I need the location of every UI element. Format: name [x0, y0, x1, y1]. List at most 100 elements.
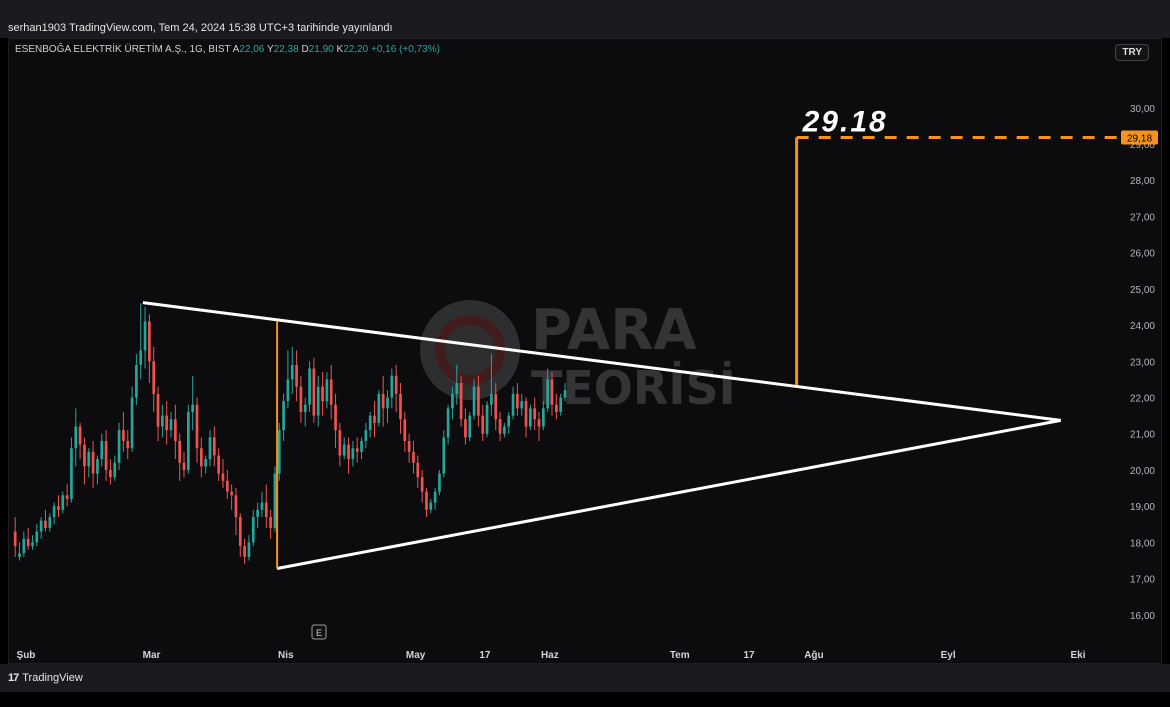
candle [386, 390, 389, 423]
candle [234, 488, 238, 536]
high-value: 22,38 [273, 44, 299, 55]
candle [52, 502, 56, 525]
candle [199, 437, 203, 478]
candle [520, 393, 524, 416]
candle-body [542, 408, 545, 427]
y-tick-label: 23,00 [1130, 357, 1155, 368]
x-tick-label: 17 [743, 650, 755, 661]
candle [18, 542, 21, 561]
candle-body [96, 459, 99, 474]
candle-body [381, 393, 385, 409]
candle-body [65, 495, 69, 499]
candle-body [191, 404, 195, 413]
candle [394, 364, 398, 413]
y-tick-label: 25,00 [1130, 285, 1155, 296]
candle-body [212, 437, 216, 456]
candle [135, 354, 138, 405]
candle-body [74, 426, 78, 449]
candle-body [139, 350, 143, 365]
candle [446, 404, 450, 445]
candle-body [455, 383, 459, 394]
candle-body [507, 415, 511, 427]
candle-body [148, 321, 151, 362]
candle [208, 430, 212, 467]
low-label: D [301, 44, 309, 55]
candle-body [18, 553, 21, 557]
candle [360, 437, 363, 460]
target-price-label: 29,18 [1127, 133, 1152, 144]
price-chart[interactable]: PARATEORİSİ 16,00 17,00 18,00 19,00 20,00 21,0… [9, 39, 1162, 664]
y-tick-label: 19,00 [1130, 502, 1155, 513]
candle-body [477, 386, 480, 416]
candle-body [399, 393, 402, 420]
candle-body [407, 440, 411, 452]
candle [416, 455, 420, 489]
candle-body [225, 480, 229, 492]
candle [303, 397, 307, 427]
triangle-lower-line [276, 418, 1061, 570]
y-tick-label: 24,00 [1130, 321, 1155, 332]
candle [308, 361, 311, 413]
candle-body [100, 440, 104, 460]
candle-body [386, 397, 389, 409]
candle [186, 404, 190, 474]
candle [329, 364, 333, 420]
candle-body [329, 379, 333, 405]
candle-body [31, 542, 34, 547]
candle [35, 524, 39, 547]
candle [65, 484, 69, 507]
candle-body [161, 415, 164, 427]
candle-body [563, 390, 567, 398]
candle-body [468, 415, 472, 438]
candle [148, 314, 151, 384]
candle [156, 386, 160, 441]
target-text: 29.18 [802, 105, 888, 138]
candle-body [308, 368, 311, 405]
watermark-line1: PARA [531, 298, 697, 363]
candle-body [425, 491, 428, 510]
candle [61, 491, 65, 514]
candle-body [22, 538, 26, 554]
candle-body [35, 531, 39, 543]
candle-body [13, 531, 17, 547]
candle-body [143, 321, 147, 351]
tradingview-logo[interactable]: 17 TradingView [8, 672, 83, 684]
candle [161, 404, 164, 438]
candle-body [299, 386, 303, 413]
candle-body [126, 440, 130, 449]
candle [260, 491, 264, 518]
candle-body [546, 379, 550, 409]
candle [312, 357, 316, 423]
candle [74, 408, 78, 467]
candle [195, 397, 199, 463]
chart-frame[interactable]: PARA TEORİSİ 16,00 17,00 18,00 19,00 20,00 21,0… [8, 38, 1162, 664]
candle-body [256, 509, 259, 518]
x-tick-label: 17 [479, 650, 491, 661]
candle [524, 397, 528, 438]
candle-body [290, 364, 294, 380]
candle-body [559, 397, 563, 413]
candle-body [446, 408, 450, 438]
candle-body [451, 393, 454, 409]
candle-body [199, 448, 203, 467]
candle-body [394, 375, 398, 394]
y-tick-label: 22,00 [1130, 394, 1155, 405]
candle [407, 433, 411, 463]
candle-body [48, 517, 52, 528]
candle-body [264, 502, 268, 518]
y-tick-label: 16,00 [1130, 611, 1155, 622]
y-tick-label: 18,00 [1130, 538, 1155, 549]
candle-body [208, 437, 212, 460]
candle [44, 509, 47, 532]
candle-body [464, 419, 467, 438]
x-tick-label: Şub [17, 650, 36, 661]
open-value: 22,06 [239, 44, 265, 55]
candle [507, 412, 511, 434]
candle [204, 455, 208, 474]
candle-body [109, 469, 112, 478]
close-value: 22,20 [343, 44, 369, 55]
candle [464, 408, 467, 445]
candle-body [117, 430, 121, 463]
candle-body [520, 401, 524, 409]
currency-button[interactable]: TRY [1115, 44, 1149, 61]
